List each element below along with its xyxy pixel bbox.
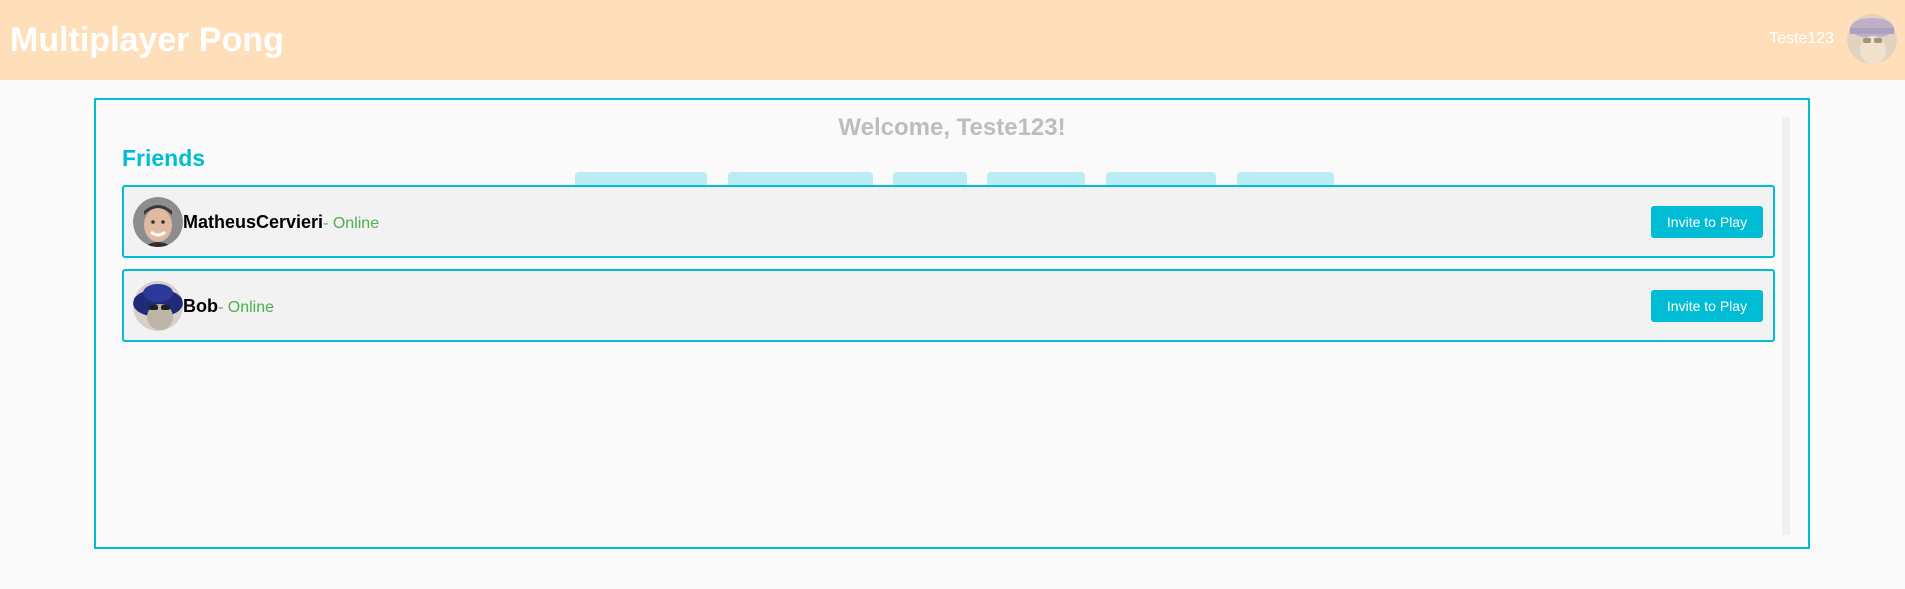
friend-name: MatheusCervieri — [183, 212, 324, 232]
invite-to-play-button[interactable]: Invite to Play — [1651, 206, 1763, 238]
dashboard-panel: Welcome, Teste123! Friends MatheusCervie… — [94, 98, 1810, 549]
faded-tab — [575, 172, 707, 186]
friends-heading: Friends — [122, 145, 206, 171]
friend-name: Bob — [183, 296, 218, 316]
friend-status: - Online — [218, 299, 275, 316]
friend-info: MatheusCervieri- Online — [183, 211, 379, 235]
friend-status: - Online — [323, 215, 380, 232]
friend-avatar-icon — [133, 281, 183, 331]
invite-to-play-button[interactable]: Invite to Play — [1651, 290, 1763, 322]
user-avatar-icon[interactable] — [1847, 14, 1897, 64]
welcome-message: Welcome, Teste123! — [838, 114, 1066, 141]
friend-avatar-image — [133, 281, 183, 331]
faded-tab-strip — [96, 172, 1808, 186]
app-title: Multiplayer Pong — [10, 21, 284, 59]
faded-tab — [728, 172, 873, 186]
friend-card: MatheusCervieri- Online Invite to Play — [122, 185, 1775, 258]
friend-info: Bob- Online — [183, 295, 274, 319]
faded-tab — [1106, 172, 1216, 186]
scrollbar-track[interactable] — [1782, 117, 1790, 535]
top-header: Multiplayer Pong Teste123 — [0, 0, 1905, 80]
friend-avatar-icon — [133, 197, 183, 247]
user-avatar-image — [1847, 14, 1897, 64]
current-username: Teste123 — [1769, 30, 1834, 47]
faded-tab — [1237, 172, 1334, 186]
friend-avatar-image — [133, 197, 183, 247]
friend-card: Bob- Online Invite to Play — [122, 269, 1775, 342]
faded-tab — [987, 172, 1085, 186]
faded-tab — [893, 172, 967, 186]
